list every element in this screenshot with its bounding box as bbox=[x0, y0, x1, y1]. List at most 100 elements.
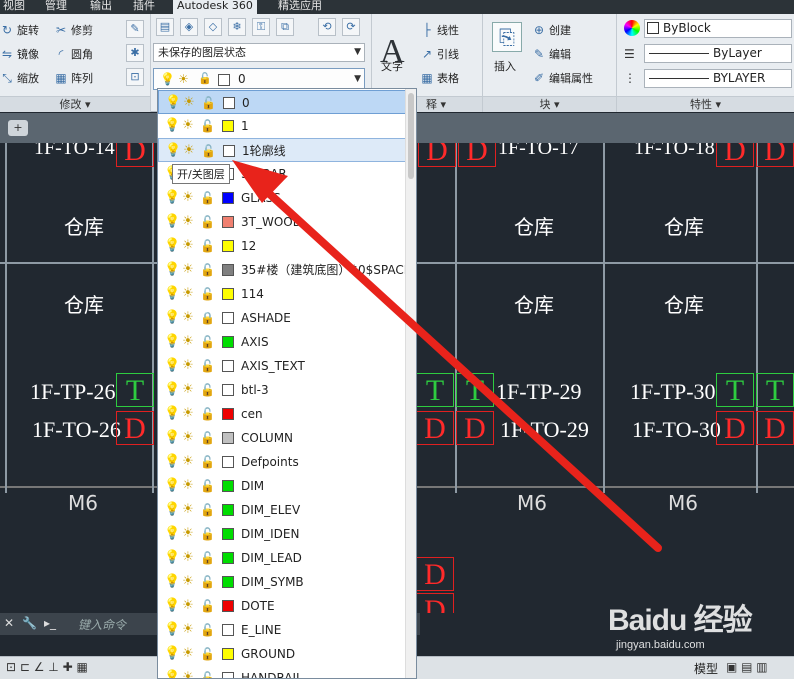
unlock-icon[interactable]: 🔓 bbox=[201, 95, 216, 111]
unlock-icon[interactable]: 🔓 bbox=[201, 143, 216, 159]
layer-color-swatch[interactable] bbox=[222, 624, 234, 636]
unlock-icon[interactable]: 🔓 bbox=[200, 382, 215, 398]
sun-icon[interactable]: ☀ bbox=[181, 526, 195, 542]
bulb-icon[interactable]: 💡 bbox=[164, 502, 180, 518]
unlock-icon[interactable]: 🔓 bbox=[200, 190, 215, 206]
mirror-button[interactable]: ⇋ 镜像 bbox=[0, 46, 39, 62]
new-tab-plus-icon[interactable]: + bbox=[8, 120, 28, 136]
ribbon-tab[interactable]: 视图 bbox=[3, 0, 25, 14]
create-block-button[interactable]: ⊕ 创建 bbox=[532, 22, 571, 38]
layer-walk-icon[interactable]: ⟳ bbox=[342, 18, 360, 36]
layer-previous-icon[interactable]: ⟲ bbox=[318, 18, 336, 36]
unlock-icon[interactable]: 🔓 bbox=[200, 478, 215, 494]
sun-icon[interactable]: ☀ bbox=[181, 118, 195, 134]
layer-color-swatch[interactable] bbox=[222, 672, 234, 678]
layer-color-swatch[interactable] bbox=[222, 528, 234, 540]
sun-icon[interactable]: ☀ bbox=[181, 622, 195, 638]
layer-color-swatch[interactable] bbox=[222, 600, 234, 612]
layer-list-item[interactable]: 💡 ☀ 🔓 3T_WOOD bbox=[158, 210, 406, 234]
layout-icons[interactable]: ▣ ▤ ▥ bbox=[726, 660, 768, 674]
layer-list-item[interactable]: 💡 ☀ 🔓 Defpoints bbox=[158, 450, 406, 474]
sun-icon[interactable]: ☀ bbox=[181, 334, 195, 350]
layer-freeze-icon[interactable]: ❄ bbox=[228, 18, 246, 36]
bulb-icon[interactable]: 💡 bbox=[164, 598, 180, 614]
layer-list-item[interactable]: 💡 ☀ 🔓 E_LINE bbox=[158, 618, 406, 642]
sun-icon[interactable]: ☀ bbox=[181, 574, 195, 590]
layer-list-item[interactable]: 💡 ☀ 🔓 DIM_SYMB bbox=[158, 570, 406, 594]
layer-properties-icon[interactable]: ▤ bbox=[156, 18, 174, 36]
sun-icon[interactable]: ☀ bbox=[181, 238, 195, 254]
sun-icon[interactable]: ☀ bbox=[181, 550, 195, 566]
edit-block-button[interactable]: ✎ 编辑 bbox=[532, 46, 571, 62]
layer-color-swatch[interactable] bbox=[222, 336, 234, 348]
layer-list-item[interactable]: 💡 ☀ 🔓 AXIS_TEXT bbox=[158, 354, 406, 378]
layer-color-swatch[interactable] bbox=[222, 504, 234, 516]
bulb-icon[interactable]: 💡 bbox=[164, 262, 180, 278]
bulb-icon[interactable]: 💡 bbox=[164, 574, 180, 590]
sun-icon[interactable]: ☀ bbox=[181, 286, 195, 302]
layer-color-swatch[interactable] bbox=[222, 288, 234, 300]
layer-list-item[interactable]: 💡 ☀ 🔓 DIM bbox=[158, 474, 406, 498]
layer-color-swatch[interactable] bbox=[222, 360, 234, 372]
layer-list-item[interactable]: 💡 ☀ 🔒 ASHADE bbox=[158, 306, 406, 330]
bulb-icon[interactable]: 💡 bbox=[164, 406, 180, 422]
rotate-button[interactable]: ↻ 旋转 bbox=[0, 22, 39, 38]
layer-list-item[interactable]: 💡 ☀ 🔓 114 bbox=[158, 282, 406, 306]
unlock-icon[interactable]: 🔓 bbox=[200, 406, 215, 422]
layer-list-item[interactable]: 💡 ☀ 🔓 DIM_LEAD bbox=[158, 546, 406, 570]
ribbon-tab[interactable]: 输出 bbox=[90, 0, 112, 14]
ribbon-tab[interactable]: Autodesk 360 bbox=[173, 0, 257, 14]
bulb-icon[interactable]: 💡 bbox=[164, 286, 180, 302]
bulb-icon[interactable]: 💡 bbox=[164, 214, 180, 230]
sun-icon[interactable]: ☀ bbox=[181, 502, 195, 518]
linetype-dropdown[interactable]: BYLAYER bbox=[644, 69, 792, 88]
layer-lock-icon[interactable]: ⚿ bbox=[252, 18, 270, 36]
unlock-icon[interactable]: 🔓 bbox=[200, 622, 215, 638]
sun-icon[interactable]: ☀ bbox=[181, 406, 195, 422]
layer-color-swatch[interactable] bbox=[222, 216, 234, 228]
layer-color-swatch[interactable] bbox=[222, 264, 234, 276]
snap-icons[interactable]: ⊡ ⊏ ∠ ⊥ ✚ ▦ bbox=[6, 660, 88, 674]
properties-panel-footer[interactable]: 特性 ▾ bbox=[617, 96, 794, 112]
ribbon-tab[interactable]: 插件 bbox=[133, 0, 155, 14]
unlock-icon[interactable]: 🔓 bbox=[200, 646, 215, 662]
unlock-icon[interactable]: 🔓 bbox=[200, 286, 215, 302]
bulb-icon[interactable]: 💡 bbox=[164, 118, 180, 134]
layer-list-item[interactable]: 💡 ☀ 🔓 btl-3 bbox=[158, 378, 406, 402]
layer-list-item[interactable]: 💡 ☀ 🔓 1 bbox=[158, 114, 406, 138]
layer-color-swatch[interactable] bbox=[222, 384, 234, 396]
unlock-icon[interactable]: 🔓 bbox=[200, 502, 215, 518]
sun-icon[interactable]: ☀ bbox=[181, 382, 195, 398]
layer-list-item[interactable]: 💡 ☀ 🔓 12 bbox=[158, 234, 406, 258]
array-button[interactable]: ▦ 阵列 bbox=[54, 70, 93, 86]
leader-button[interactable]: ↗ 引线 bbox=[420, 46, 459, 62]
layer-list-item[interactable]: 💡 ☀ 🔓 COLUMN bbox=[158, 426, 406, 450]
lineweight-dropdown[interactable]: ByLayer bbox=[644, 44, 792, 63]
layer-state-dropdown[interactable]: 未保存的图层状态 ▼ bbox=[153, 43, 365, 62]
bulb-icon[interactable]: 💡 bbox=[164, 622, 180, 638]
bulb-icon[interactable]: 💡 bbox=[165, 143, 181, 159]
sun-icon[interactable]: ☀ bbox=[182, 95, 196, 111]
sun-icon[interactable]: ☀ bbox=[181, 214, 195, 230]
layer-color-swatch[interactable] bbox=[223, 97, 235, 109]
unlock-icon[interactable]: 🔓 bbox=[200, 118, 215, 134]
layer-list-item[interactable]: 💡 ☀ 🔓 DOTE bbox=[158, 594, 406, 618]
sun-icon[interactable]: ☀ bbox=[181, 454, 195, 470]
close-icon[interactable]: ✕ bbox=[4, 616, 14, 630]
model-tab[interactable]: 模型 bbox=[694, 660, 718, 677]
insert-button[interactable]: 插入 bbox=[494, 58, 516, 74]
ribbon-tab[interactable]: 管理 bbox=[45, 0, 67, 14]
sun-icon[interactable]: ☀ bbox=[181, 478, 195, 494]
unlock-icon[interactable]: 🔓 bbox=[200, 214, 215, 230]
edit-attributes-button[interactable]: ✐ 编辑属性 bbox=[532, 70, 593, 86]
sun-icon[interactable]: ☀ bbox=[182, 143, 196, 159]
bulb-icon[interactable]: 💡 bbox=[164, 454, 180, 470]
bulb-icon[interactable]: 💡 bbox=[164, 382, 180, 398]
linear-dim-button[interactable]: ├ 线性 bbox=[420, 22, 459, 38]
color-wheel-icon[interactable] bbox=[624, 20, 640, 36]
layer-list-item[interactable]: 💡 ☀ 🔓 35#楼（建筑底图）$0$SPACE bbox=[158, 258, 411, 282]
layer-current-dropdown[interactable]: 💡 ☀ 🔓 0 ▼ bbox=[153, 68, 365, 90]
layer-color-swatch[interactable] bbox=[222, 120, 234, 132]
lock-icon[interactable]: 🔒 bbox=[200, 310, 215, 326]
layer-list-item[interactable]: 💡 ☀ 🔓 DIM_IDEN bbox=[158, 522, 406, 546]
